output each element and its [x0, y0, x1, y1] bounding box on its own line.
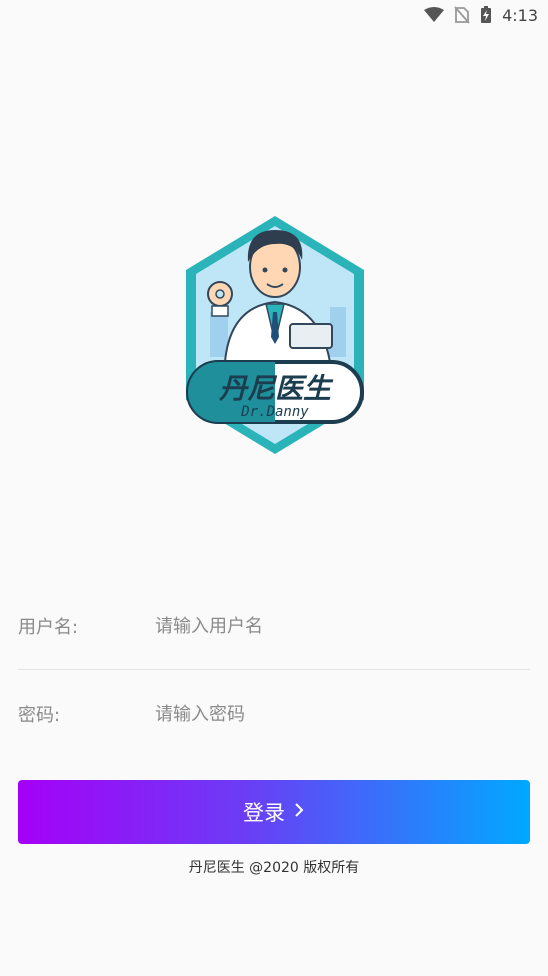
app-logo: 丹尼医生 Dr.Danny — [180, 212, 370, 457]
battery-charging-icon — [480, 6, 492, 24]
copyright-text: 丹尼医生 @2020 版权所有 — [188, 860, 360, 876]
username-label: 用户名: — [18, 617, 79, 638]
login-button[interactable]: 登录 — [18, 780, 530, 844]
logo-subtitle-text: Dr.Danny — [240, 404, 309, 420]
password-label: 密码: — [18, 705, 61, 726]
username-input[interactable] — [155, 615, 530, 637]
chevron-right-icon — [293, 800, 305, 824]
password-row: 密码: — [18, 694, 530, 734]
form-divider — [18, 669, 530, 670]
status-time: 4:13 — [502, 5, 538, 25]
no-sim-icon — [454, 6, 470, 24]
status-bar: 4:13 — [0, 0, 548, 30]
login-button-label: 登录 — [243, 801, 285, 825]
username-row: 用户名: — [18, 606, 530, 646]
password-input[interactable] — [155, 703, 530, 725]
logo-title-text: 丹尼医生 — [218, 372, 334, 405]
wifi-icon — [424, 7, 445, 23]
